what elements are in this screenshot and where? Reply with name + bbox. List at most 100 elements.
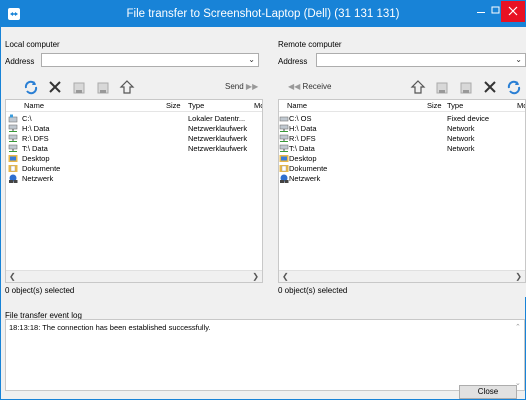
network-icon — [8, 174, 18, 183]
local-file-list[interactable]: Name Size Type Mod C:\ Lokaler Datentr..… — [5, 99, 263, 283]
local-toolbar: Send ▶▶ — [1, 79, 263, 99]
item-name: T:\ Data — [22, 144, 48, 153]
network-drive-icon — [279, 144, 289, 153]
send-button[interactable]: Send ▶▶ — [225, 82, 258, 91]
network-drive-icon — [279, 124, 289, 133]
network-drive-icon — [279, 134, 289, 143]
list-item[interactable]: Desktop — [279, 154, 525, 164]
documents-folder-icon — [8, 164, 18, 173]
item-name: Desktop — [22, 154, 50, 163]
local-computer-label: Local computer — [5, 40, 60, 49]
column-size[interactable]: Size — [427, 101, 442, 110]
refresh-icon[interactable] — [506, 79, 522, 95]
item-type: Network — [447, 124, 475, 133]
network-drive-icon — [8, 134, 18, 143]
column-type[interactable]: Type — [447, 101, 463, 110]
remote-toolbar: ◀◀ Receive — [264, 79, 526, 99]
local-horizontal-scrollbar[interactable]: ❮ ❯ — [6, 270, 262, 282]
network-drive-icon — [8, 124, 18, 133]
list-item[interactable]: Netzwerk — [6, 174, 262, 184]
local-pane: Local computer Address ⌄ Send ▶▶ Name Si… — [1, 27, 263, 297]
send-arrow-icon: ▶▶ — [245, 82, 259, 91]
local-address-combobox[interactable]: ⌄ — [41, 53, 259, 67]
list-item[interactable]: R:\ DFS Network — [279, 134, 525, 144]
list-item[interactable]: R:\ DFS Netzwerklaufwerk — [6, 134, 262, 144]
column-type[interactable]: Type — [188, 101, 204, 110]
item-name: C:\ — [22, 114, 32, 123]
column-modified[interactable]: Mo — [517, 101, 525, 110]
title-bar[interactable]: File transfer to Screenshot-Laptop (Dell… — [1, 1, 525, 27]
list-item[interactable]: Dokumente — [279, 164, 525, 174]
item-name: Netzwerk — [289, 174, 321, 183]
new-folder-icon[interactable] — [458, 79, 474, 95]
column-size[interactable]: Size — [166, 101, 181, 110]
delete-icon[interactable] — [482, 79, 498, 95]
column-modified[interactable]: Mod — [254, 101, 262, 110]
list-item[interactable]: Desktop — [6, 154, 262, 164]
item-name: R:\ DFS — [289, 134, 316, 143]
receive-button[interactable]: ◀◀ Receive — [288, 82, 331, 91]
remote-computer-label: Remote computer — [278, 40, 342, 49]
rename-icon[interactable] — [95, 79, 111, 95]
documents-folder-icon — [279, 164, 289, 173]
file-transfer-window: File transfer to Screenshot-Laptop (Dell… — [0, 0, 526, 400]
item-name: C:\ OS — [289, 114, 312, 123]
list-item[interactable]: Netzwerk — [279, 174, 525, 184]
column-name[interactable]: Name — [24, 101, 44, 110]
close-button[interactable]: Close — [459, 385, 517, 399]
parent-folder-icon[interactable] — [410, 79, 426, 95]
desktop-folder-icon — [8, 154, 18, 163]
log-vertical-scrollbar[interactable]: ⌃ ⌄ — [514, 320, 524, 390]
list-item[interactable]: C:\ OS Fixed device — [279, 114, 525, 124]
item-name: Dokumente — [22, 164, 61, 173]
remote-address-combobox[interactable]: ⌄ — [316, 53, 526, 67]
scroll-left-icon[interactable]: ❮ — [282, 272, 289, 281]
list-item[interactable]: H:\ Data Network — [279, 124, 525, 134]
refresh-icon[interactable] — [23, 79, 39, 95]
item-type: Netzwerklaufwerk — [188, 134, 248, 143]
list-item[interactable]: H:\ Data Netzwerklaufwerk — [6, 124, 262, 134]
item-type: Fixed device — [447, 114, 490, 123]
scroll-right-icon[interactable]: ❯ — [515, 272, 522, 281]
remote-list-header: Name Size Type Mo — [279, 100, 525, 112]
drive-icon — [8, 114, 18, 123]
close-window-button[interactable] — [501, 1, 525, 22]
remote-horizontal-scrollbar[interactable]: ❮ ❯ — [279, 270, 525, 282]
list-item[interactable]: T:\ Data Network — [279, 144, 525, 154]
receive-arrow-icon: ◀◀ — [288, 82, 301, 91]
list-item[interactable]: T:\ Data Netzwerklaufwerk — [6, 144, 262, 154]
send-label: Send — [225, 82, 244, 91]
chevron-down-icon[interactable]: ⌄ — [248, 55, 255, 64]
remote-address-label: Address — [278, 57, 308, 66]
chevron-down-icon[interactable]: ⌄ — [515, 55, 522, 64]
scroll-up-icon[interactable]: ⌃ — [515, 323, 521, 331]
parent-folder-icon[interactable] — [119, 79, 135, 95]
event-log[interactable]: 18:13:18: The connection has been establ… — [5, 319, 525, 391]
remote-file-list[interactable]: Name Size Type Mo C:\ OS Fixed device H:… — [278, 99, 526, 283]
local-list-header: Name Size Type Mod — [6, 100, 262, 112]
item-name: H:\ Data — [289, 124, 317, 133]
list-item[interactable]: Dokumente — [6, 164, 262, 174]
item-type: Network — [447, 144, 475, 153]
scroll-right-icon[interactable]: ❯ — [252, 272, 259, 281]
rename-icon[interactable] — [434, 79, 450, 95]
remote-selection-status: 0 object(s) selected — [278, 286, 348, 295]
local-address-label: Address — [5, 57, 35, 66]
network-icon — [279, 174, 289, 183]
log-entry: 18:13:18: The connection has been establ… — [9, 323, 211, 332]
scroll-left-icon[interactable]: ❮ — [9, 272, 16, 281]
item-name: Netzwerk — [22, 174, 54, 183]
drive-icon — [279, 114, 289, 123]
delete-icon[interactable] — [47, 79, 63, 95]
item-type: Network — [447, 134, 475, 143]
item-name: R:\ DFS — [22, 134, 49, 143]
window-title: File transfer to Screenshot-Laptop (Dell… — [126, 8, 400, 20]
new-folder-icon[interactable] — [71, 79, 87, 95]
list-item[interactable]: C:\ Lokaler Datentr... — [6, 114, 262, 124]
column-name[interactable]: Name — [287, 101, 307, 110]
remote-pane: Remote computer Address ⌄ ◀◀ Receive Nam… — [264, 27, 526, 297]
item-name: T:\ Data — [289, 144, 315, 153]
desktop-folder-icon — [279, 154, 289, 163]
item-type: Netzwerklaufwerk — [188, 124, 248, 133]
receive-label: Receive — [302, 82, 332, 91]
